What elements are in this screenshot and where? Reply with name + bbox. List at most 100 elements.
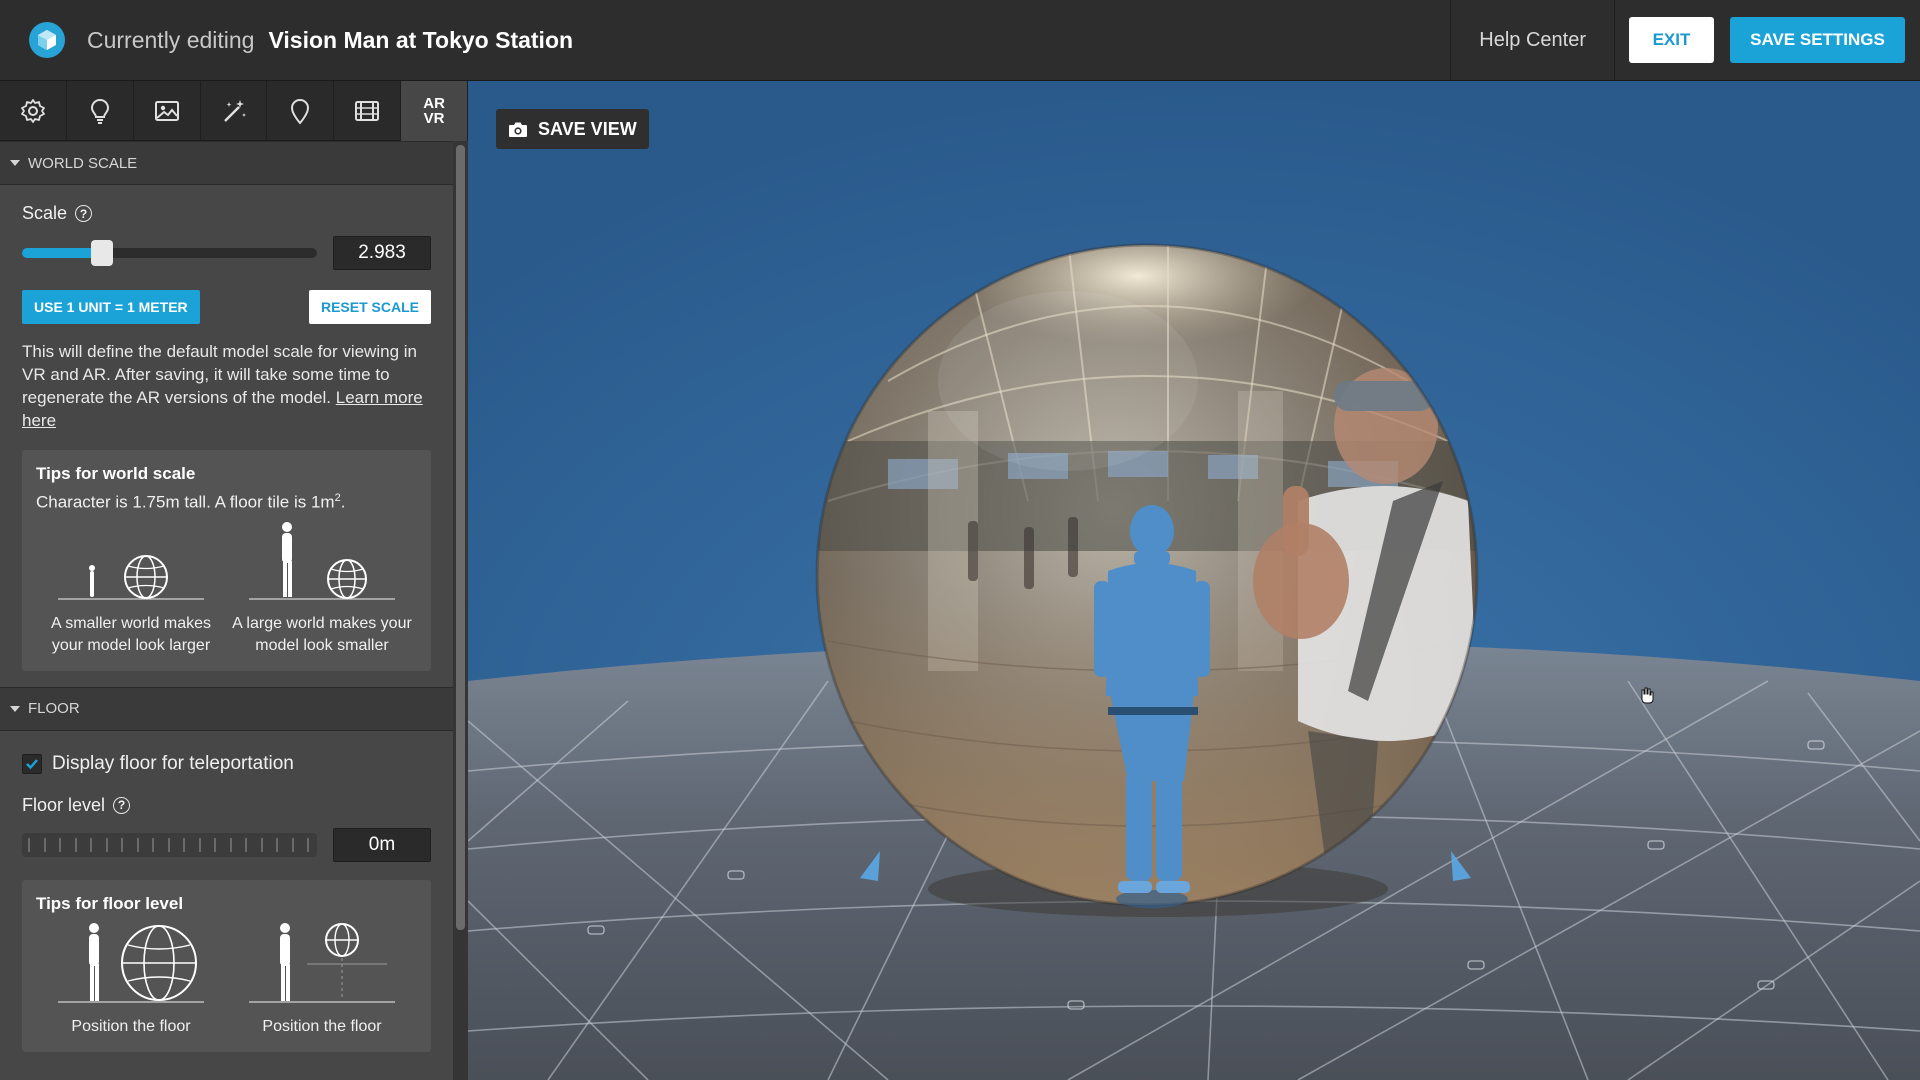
checkmark-icon	[26, 758, 38, 769]
exit-button[interactable]: EXIT	[1629, 17, 1714, 63]
world-scale-header[interactable]: WORLD SCALE	[0, 141, 453, 185]
world-scale-tips-grid: A smaller world makes your model look la…	[36, 519, 417, 657]
floor-level-value-input[interactable]: 0m	[333, 827, 431, 862]
tip-floor-left-caption: Position the floor	[71, 1017, 191, 1035]
help-center-link[interactable]: Help Center	[1450, 0, 1615, 80]
tip-larger-caption: A large world makes your model look smal…	[232, 614, 412, 654]
ar-vr-icon: AR VR	[423, 96, 445, 126]
floor-body: Display floor for teleportation Floor le…	[0, 753, 453, 1052]
tips-subtitle-text: Character is 1.75m tall. A floor tile is…	[36, 492, 335, 512]
image-icon	[154, 101, 179, 121]
scale-slider-fill	[22, 248, 102, 258]
save-view-button[interactable]: SAVE VIEW	[496, 109, 649, 149]
settings-panel: WORLD SCALE Scale ? 2.983 USE 1 UNIT = 1…	[0, 141, 453, 1080]
jog-tick	[43, 837, 46, 852]
settings-sidebar: AR VR WORLD SCALE Scale ? 2.983 USE 1 UN…	[0, 81, 468, 1080]
jog-tick	[307, 837, 309, 852]
scale-label-row: Scale ?	[22, 203, 431, 224]
floor-right-illustration	[249, 922, 395, 1003]
editing-title: Currently editing Vision Man at Tokyo St…	[87, 27, 573, 54]
tips-subtitle-end: .	[340, 492, 346, 512]
scale-value-input[interactable]: 2.983	[333, 236, 431, 270]
jog-tick	[291, 837, 294, 852]
tab-background[interactable]	[134, 81, 201, 141]
jog-tick	[276, 837, 278, 852]
floor-left-illustration	[58, 922, 204, 1003]
use-one-unit-meter-button[interactable]: USE 1 UNIT = 1 METER	[22, 290, 200, 324]
world-scale-tips: Tips for world scale Character is 1.75m …	[22, 450, 431, 671]
sidebar-scrollbar-thumb[interactable]	[456, 145, 465, 930]
settings-toolbar: AR VR	[0, 81, 468, 141]
tab-general-settings[interactable]	[0, 81, 67, 141]
tab-post-processing[interactable]	[201, 81, 268, 141]
jog-tick	[28, 837, 30, 852]
scale-description: This will define the default model scale…	[22, 340, 431, 432]
scale-label: Scale	[22, 203, 68, 223]
floor-level-tips: Tips for floor level Position the floor …	[22, 879, 431, 1052]
3d-viewport[interactable]: SAVE VIEW	[468, 81, 1920, 1080]
reset-scale-button[interactable]: RESET SCALE	[308, 290, 431, 324]
jog-tick	[260, 837, 263, 852]
ar-label: AR	[423, 95, 445, 112]
top-actions: Help Center EXIT SAVE SETTINGS	[1450, 0, 1920, 80]
chevron-down-icon	[10, 705, 20, 712]
tip-smaller-caption: A smaller world makes your model look la…	[50, 614, 212, 654]
scale-slider-row: 2.983	[22, 236, 431, 270]
small-world-illustration	[58, 554, 204, 600]
jog-tick	[121, 837, 123, 852]
scene-render	[468, 81, 1920, 1080]
film-icon	[355, 101, 380, 121]
model-title: Vision Man at Tokyo Station	[268, 26, 574, 53]
magic-wand-icon	[223, 100, 246, 122]
floor-level-label-row: Floor level ?	[22, 795, 431, 816]
camera-icon	[509, 122, 527, 137]
scale-buttons: USE 1 UNIT = 1 METER RESET SCALE	[22, 290, 431, 324]
scale-slider-thumb[interactable]	[90, 240, 113, 266]
tab-ar-vr[interactable]: AR VR	[401, 81, 468, 141]
jog-tick	[152, 837, 154, 852]
jog-tick	[136, 837, 139, 852]
chevron-down-icon	[10, 160, 20, 166]
display-floor-checkbox[interactable]	[22, 753, 42, 774]
tip-floor-right: Position the floor	[227, 920, 417, 1038]
lightbulb-icon	[90, 98, 109, 124]
jog-tick	[214, 837, 216, 852]
tip-floor-right-caption: Position the floor	[262, 1017, 382, 1035]
tab-annotations[interactable]	[267, 81, 335, 141]
display-floor-label: Display floor for teleportation	[52, 752, 294, 774]
floor-level-help-icon[interactable]: ?	[113, 796, 131, 814]
floor-level-tips-grid: Position the floor Position the floor	[36, 920, 417, 1038]
jog-tick	[90, 837, 92, 852]
large-world-illustration	[249, 521, 395, 600]
jog-tick	[198, 837, 201, 852]
jog-tick	[167, 837, 170, 852]
floor-level-tips-title: Tips for floor level	[36, 893, 184, 913]
editing-prefix: Currently editing	[87, 26, 255, 53]
tip-floor-left: Position the floor	[36, 920, 226, 1038]
scale-help-icon[interactable]: ?	[75, 205, 93, 222]
floor-level-row: 0m	[22, 827, 431, 862]
save-view-label: SAVE VIEW	[538, 118, 637, 139]
world-scale-tips-subtitle: Character is 1.75m tall. A floor tile is…	[36, 492, 417, 513]
save-settings-button[interactable]: SAVE SETTINGS	[1730, 17, 1905, 63]
tip-smaller-world: A smaller world makes your model look la…	[36, 519, 226, 657]
app-logo-icon[interactable]	[29, 22, 65, 58]
vr-label: VR	[423, 110, 445, 127]
floor-level-jog-slider[interactable]	[22, 832, 317, 857]
sidebar-scrollbar[interactable]	[453, 141, 468, 1080]
tab-lighting[interactable]	[67, 81, 134, 141]
tip-larger-world: A large world makes your model look smal…	[227, 519, 417, 657]
jog-tick	[229, 837, 232, 852]
jog-tick	[59, 837, 61, 852]
tab-animations[interactable]	[334, 81, 402, 141]
jog-tick	[74, 837, 77, 852]
jog-tick	[183, 837, 185, 852]
floor-title: FLOOR	[28, 700, 80, 718]
display-floor-row[interactable]: Display floor for teleportation	[22, 753, 431, 775]
world-scale-tips-title: Tips for world scale	[36, 464, 196, 483]
floor-header[interactable]: FLOOR	[0, 686, 453, 731]
top-bar: Currently editing Vision Man at Tokyo St…	[0, 0, 1920, 81]
settings-icon	[21, 99, 45, 123]
world-scale-body: Scale ? 2.983 USE 1 UNIT = 1 METER RESET…	[0, 185, 453, 671]
scale-slider[interactable]	[22, 240, 317, 266]
